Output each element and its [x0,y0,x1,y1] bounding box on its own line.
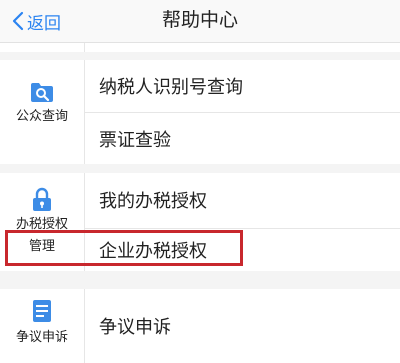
menu-item-voucher-verification[interactable]: 票证查验 [85,113,400,164]
menu-item-label: 我的办税授权 [99,191,207,211]
category-label-dispute-appeal: 争议申诉 [15,329,68,344]
menu-item-label: 票证查验 [99,129,171,150]
back-button[interactable]: 返回 [12,8,61,34]
document-icon [33,300,51,322]
category-dispute-appeal: 争议申诉 [0,289,85,363]
category-label-public-query: 公众查询 [15,108,68,123]
section-dispute-appeal: 争议申诉 争议申诉 [0,289,400,363]
menu-item-label: 纳税人识别号查询 [99,77,243,97]
menu-item-my-tax-authorization[interactable]: 我的办税授权 [85,173,400,227]
menu-item-dispute-appeal[interactable]: 争议申诉 [85,289,400,363]
previous-section-sidebar [0,43,85,52]
category-public-query: 公众查询 [0,60,85,164]
section-public-query: 公众查询 纳税人识别号查询 票证查验 [0,60,400,164]
menu-item-label: 争议申诉 [99,317,171,337]
navigation-bar: 返回 帮助中心 [0,0,400,43]
chevron-left-icon [12,11,24,31]
lock-icon [33,187,51,211]
menu-item-taxpayer-id-query[interactable]: 纳税人识别号查询 [85,60,400,112]
previous-section-panel [0,43,400,52]
back-label: 返回 [27,13,61,33]
magnifier-icon [31,83,53,102]
highlight-box [5,230,243,266]
